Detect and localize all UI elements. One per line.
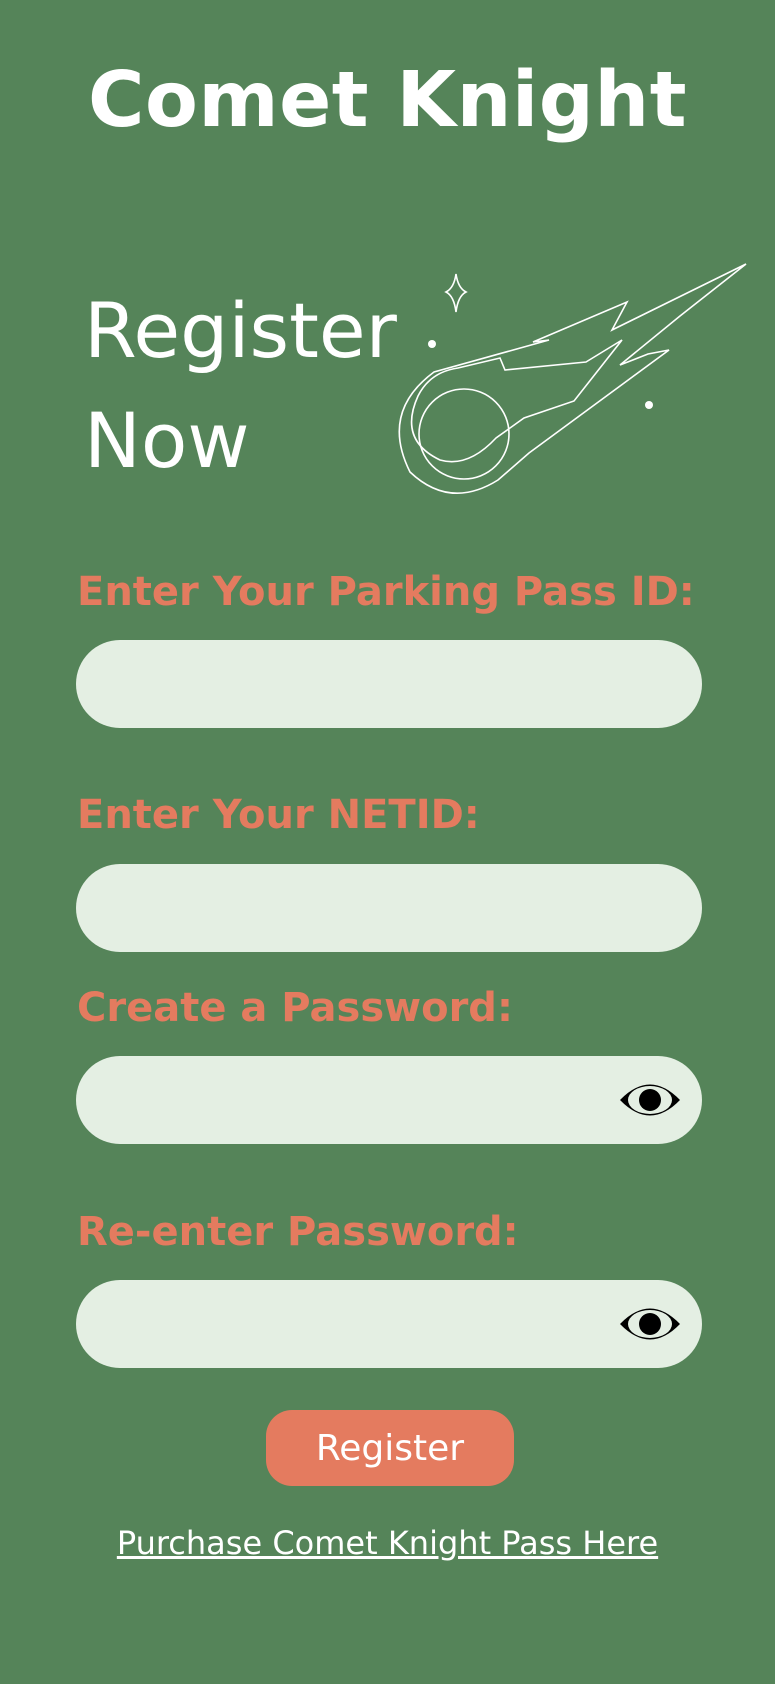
parking-pass-label: Enter Your Parking Pass ID: xyxy=(77,569,695,615)
register-heading: Register Now xyxy=(84,286,397,485)
eye-icon[interactable] xyxy=(618,1299,682,1349)
parking-pass-field[interactable] xyxy=(76,640,702,730)
confirm-password-label: Re-enter Password: xyxy=(77,1209,519,1255)
parking-pass-input[interactable] xyxy=(106,640,630,730)
password-field[interactable] xyxy=(76,1056,702,1146)
password-input[interactable] xyxy=(106,1056,630,1146)
register-button[interactable]: Register xyxy=(266,1410,514,1486)
app-title: Comet Knight xyxy=(87,56,688,145)
netid-label: Enter Your NETID: xyxy=(77,792,480,838)
confirm-password-field[interactable] xyxy=(76,1280,702,1370)
netid-input[interactable] xyxy=(106,864,630,954)
netid-field[interactable] xyxy=(76,864,702,954)
dot-icon xyxy=(645,401,653,409)
dot-icon xyxy=(428,340,436,348)
eye-icon[interactable] xyxy=(618,1075,682,1125)
purchase-pass-link[interactable]: Purchase Comet Knight Pass Here xyxy=(0,1527,775,1559)
password-label: Create a Password: xyxy=(77,985,513,1031)
sparkle-icon xyxy=(444,273,468,313)
confirm-password-input[interactable] xyxy=(106,1280,630,1370)
comet-icon xyxy=(398,263,747,495)
